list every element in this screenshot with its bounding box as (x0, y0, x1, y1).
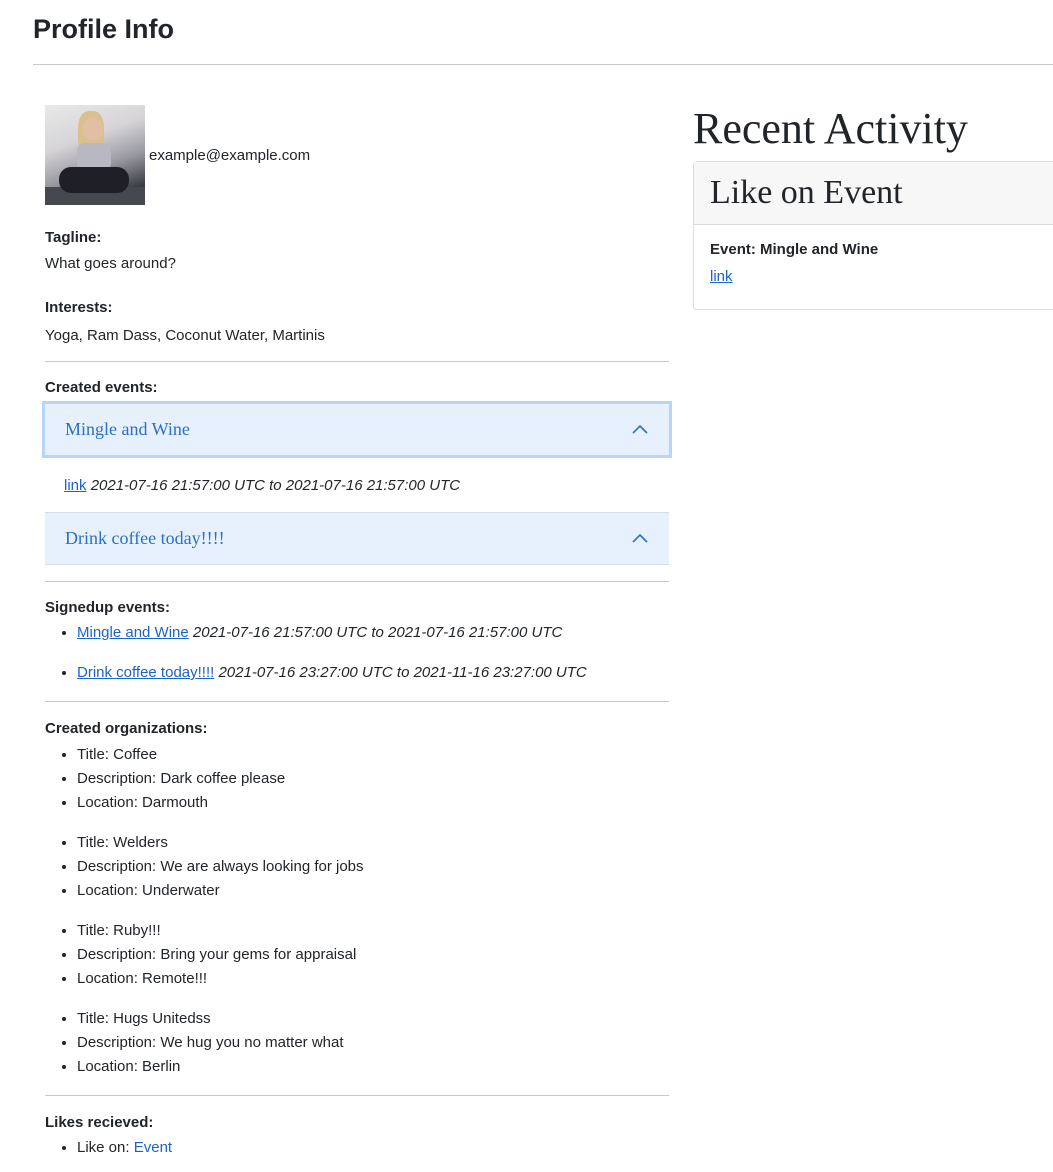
org-description: Description: Dark coffee please (77, 767, 669, 791)
activity-card-header: Like on Event (694, 162, 1053, 225)
organizations-label: Created organizations: (45, 720, 208, 737)
likes-list: Like on: Event (45, 1136, 669, 1160)
interests-label: Interests: (45, 299, 113, 316)
organization-item: Title: Welders Description: We are alway… (45, 831, 669, 903)
signedup-events-list: Mingle and Wine 2021-07-16 21:57:00 UTC … (45, 621, 669, 685)
interests-value: Yoga, Ram Dass, Coconut Water, Martinis (45, 327, 325, 344)
created-events-label: Created events: (45, 379, 158, 396)
accordion-header-drink-coffee[interactable]: Drink coffee today!!!! (45, 512, 669, 565)
org-title: Title: Coffee (77, 743, 669, 767)
event-dates: 2021-07-16 21:57:00 UTC to 2021-07-16 21… (90, 476, 461, 494)
org-description: Description: Bring your gems for apprais… (77, 943, 669, 967)
organization-item: Title: Coffee Description: Dark coffee p… (45, 743, 669, 815)
org-location: Location: Darmouth (77, 791, 669, 815)
org-location: Location: Remote!!! (77, 967, 669, 991)
list-item: Like on: Event (77, 1136, 669, 1160)
profile-header: example@example.com (45, 105, 669, 205)
profile-email: example@example.com (149, 146, 311, 164)
event-link[interactable]: link (64, 477, 87, 494)
section-divider (45, 1095, 669, 1096)
organizations-list: Title: Coffee Description: Dark coffee p… (45, 743, 669, 1079)
signedup-events-label: Signedup events: (45, 599, 171, 616)
org-title: Title: Hugs Unitedss (77, 1007, 669, 1031)
accordion-body-mingle-and-wine: link 2021-07-16 21:57:00 UTC to 2021-07-… (45, 458, 669, 512)
tagline-label: Tagline: (45, 229, 102, 246)
signedup-event-link[interactable]: Drink coffee today!!!! (77, 664, 214, 681)
organization-item: Title: Hugs Unitedss Description: We hug… (45, 1007, 669, 1079)
org-description: Description: We hug you no matter what (77, 1031, 669, 1055)
created-events-accordion: Mingle and Wine link 2021-07-16 21:57:00… (42, 401, 672, 565)
tagline-value: What goes around? (45, 255, 176, 272)
org-title: Title: Welders (77, 831, 669, 855)
like-target-link[interactable]: Event (134, 1139, 172, 1156)
chevron-up-icon (632, 533, 648, 543)
event-dates: 2021-07-16 23:27:00 UTC to 2021-11-16 23… (218, 664, 587, 681)
activity-card-body: Event: Mingle and Wine link (694, 225, 1053, 309)
activity-event-name: Event: Mingle and Wine (710, 241, 879, 258)
section-divider (45, 361, 669, 362)
org-location: Location: Underwater (77, 879, 669, 903)
organization-item: Title: Ruby!!! Description: Bring your g… (45, 919, 669, 991)
section-divider (45, 581, 669, 582)
org-title: Title: Ruby!!! (77, 919, 669, 943)
recent-activity-column: Recent Activity Like on Event Event: Min… (693, 100, 1053, 310)
signedup-event-link[interactable]: Mingle and Wine (77, 624, 189, 641)
org-description: Description: We are always looking for j… (77, 855, 669, 879)
recent-activity-title: Recent Activity (693, 104, 968, 153)
likes-label: Likes recieved: (45, 1114, 154, 1131)
accordion-title: Mingle and Wine (65, 419, 190, 439)
list-item: Drink coffee today!!!! 2021-07-16 23:27:… (77, 661, 669, 685)
title-divider (33, 64, 1053, 65)
accordion-header-mingle-and-wine[interactable]: Mingle and Wine (42, 401, 672, 458)
event-dates: 2021-07-16 21:57:00 UTC to 2021-07-16 21… (192, 624, 563, 641)
activity-link[interactable]: link (710, 268, 733, 285)
avatar (45, 105, 145, 205)
chevron-up-icon (632, 424, 648, 434)
page-title: Profile Info (33, 14, 174, 44)
org-location: Location: Berlin (77, 1055, 669, 1079)
like-prefix: Like on: (77, 1139, 134, 1156)
section-divider (45, 701, 669, 702)
activity-card: Like on Event Event: Mingle and Wine lin… (693, 161, 1053, 310)
accordion-title: Drink coffee today!!!! (65, 528, 225, 548)
list-item: Mingle and Wine 2021-07-16 21:57:00 UTC … (77, 621, 669, 645)
profile-column: example@example.com Tagline: What goes a… (42, 105, 672, 1160)
